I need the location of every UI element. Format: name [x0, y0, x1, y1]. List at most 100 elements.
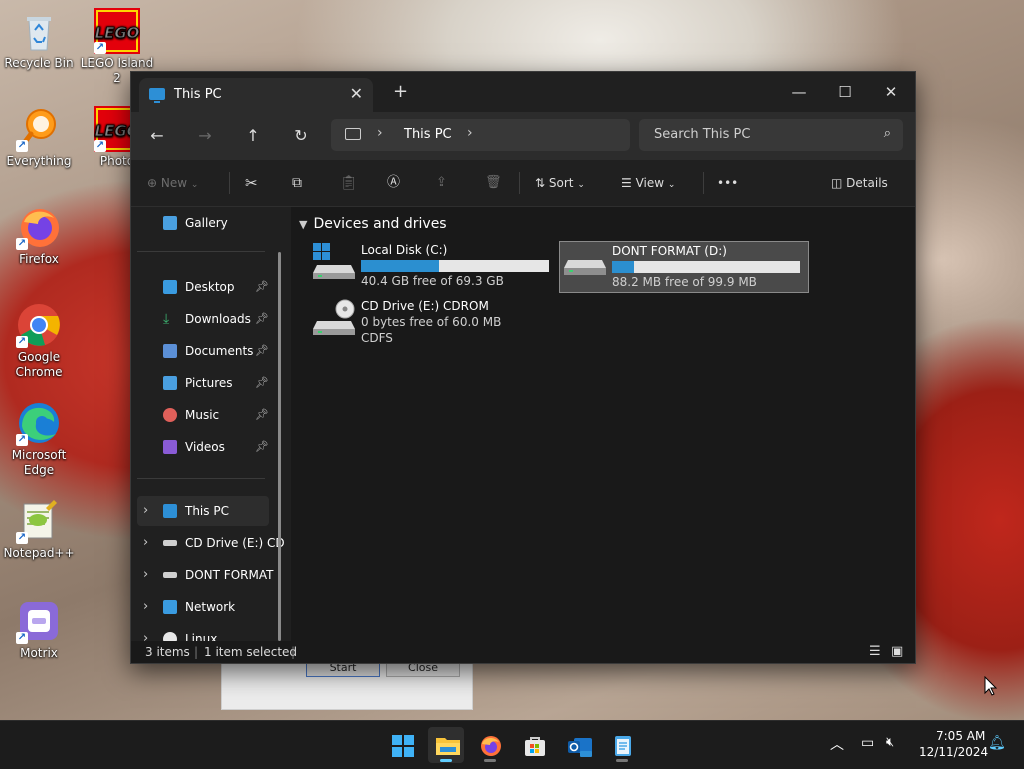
network-status-icon[interactable]: ▭ — [861, 735, 874, 751]
desktop-icon-recycle-bin[interactable]: Recycle Bin — [2, 8, 76, 71]
desktop-icon-notepad-plus-plus[interactable]: ↗ Notepad++ — [2, 498, 76, 561]
chevron-right-icon[interactable]: › — [143, 560, 148, 590]
refresh-button[interactable]: ↻ — [289, 124, 313, 148]
pin-icon[interactable]: 📌︎ — [255, 400, 269, 430]
up-button[interactable]: ↑ — [241, 124, 265, 148]
tab-this-pc[interactable]: This PC ✕ — [139, 78, 373, 112]
new-button[interactable]: ⊕ New ⌄ — [147, 173, 198, 193]
nav-item-gallery[interactable]: Gallery — [137, 208, 269, 238]
cd-drive-icon — [163, 540, 177, 546]
running-indicator — [440, 759, 452, 762]
shortcut-arrow-icon: ↗ — [16, 532, 28, 544]
copy-button[interactable]: ⧉ — [292, 173, 302, 193]
clock-date[interactable]: 12/11/2024 — [919, 745, 988, 759]
edge-icon: ↗ — [16, 400, 62, 446]
share-button[interactable]: ⇪ — [436, 173, 447, 193]
desktop-folder-icon — [163, 280, 177, 294]
desktop-icon-motrix[interactable]: ↗ Motrix — [2, 598, 76, 661]
minimize-button[interactable]: — — [779, 78, 819, 106]
chevron-right-icon[interactable]: › — [143, 592, 148, 622]
sort-icon: ⇅ — [535, 176, 546, 190]
drive-free-space: 40.4 GB free of 69.3 GB — [361, 274, 504, 288]
more-options-button[interactable]: ••• — [717, 173, 738, 193]
new-tab-button[interactable]: + — [393, 83, 408, 101]
drive-tile-d[interactable]: DONT FORMAT (D:) 88.2 MB free of 99.9 MB — [559, 241, 809, 293]
nav-item-dont-format[interactable]: › DONT FORMAT — [137, 560, 273, 590]
nav-item-label: Gallery — [185, 216, 228, 230]
notification-bell-icon[interactable]: 🔔︎ — [988, 735, 1006, 751]
desktop-icon-firefox[interactable]: ↗ Firefox — [2, 204, 76, 267]
chevron-right-icon[interactable]: › — [377, 125, 383, 141]
chevron-right-icon[interactable]: › — [143, 624, 148, 641]
desktop-icon-microsoft-edge[interactable]: ↗ Microsoft Edge — [2, 400, 76, 478]
network-icon — [163, 600, 177, 614]
clock-time[interactable]: 7:05 AM — [936, 729, 985, 743]
pin-icon[interactable]: 📌︎ — [255, 336, 269, 366]
nav-item-cd-drive[interactable]: › CD Drive (E:) CD — [137, 528, 285, 558]
group-header-label: Devices and drives — [313, 216, 447, 232]
chevron-right-icon[interactable]: › — [467, 125, 473, 141]
drive-tile-c[interactable]: Local Disk (C:) 40.4 GB free of 69.3 GB — [309, 241, 557, 291]
nav-scrollbar[interactable] — [278, 252, 281, 641]
drive-usage-fill — [612, 261, 634, 273]
taskbar-microsoft-store[interactable] — [516, 727, 552, 763]
pin-icon[interactable]: 📌︎ — [255, 432, 269, 462]
back-button[interactable]: ← — [145, 124, 169, 148]
outlook-icon — [568, 735, 592, 757]
nav-item-documents[interactable]: Documents 📌︎ — [137, 336, 269, 366]
nav-item-downloads[interactable]: ⤓ Downloads 📌︎ — [137, 304, 269, 334]
desktop-icon-everything[interactable]: ↗ Everything — [2, 106, 76, 169]
start-button[interactable] — [384, 727, 420, 763]
cd-drive-icon — [313, 299, 355, 335]
rename-button[interactable]: Ⓐ — [387, 173, 400, 193]
group-header-devices[interactable]: ▼ Devices and drives — [299, 216, 447, 232]
taskbar-firefox[interactable] — [472, 727, 508, 763]
close-window-button[interactable]: ✕ — [871, 78, 911, 106]
desktop-icon-label: Recycle Bin — [4, 56, 74, 70]
delete-button[interactable]: 🗑︎ — [485, 173, 502, 193]
volume-muted-icon[interactable]: 🔇︎ — [886, 735, 894, 750]
nav-item-videos[interactable]: Videos 📌︎ — [137, 432, 269, 462]
sort-label: Sort — [548, 176, 574, 190]
tab-close-icon[interactable]: ✕ — [350, 84, 363, 103]
nav-item-label: CD Drive (E:) CD — [185, 536, 285, 550]
maximize-button[interactable]: ☐ — [825, 78, 865, 106]
pin-icon[interactable]: 📌︎ — [255, 272, 269, 302]
taskbar-outlook[interactable] — [560, 727, 596, 763]
pin-icon[interactable]: 📌︎ — [255, 304, 269, 334]
forward-button[interactable]: → — [193, 124, 217, 148]
nav-item-this-pc[interactable]: › This PC — [137, 496, 269, 526]
sort-button[interactable]: ⇅ Sort ⌄ — [535, 173, 585, 193]
chevron-right-icon[interactable]: › — [143, 496, 148, 526]
tiles-view-icon[interactable]: ▣ — [891, 641, 903, 663]
status-divider: | — [194, 645, 199, 659]
desktop-icon-label: Everything — [6, 154, 72, 168]
details-pane-button[interactable]: ◫ Details — [831, 173, 888, 193]
chevron-right-icon[interactable]: › — [143, 528, 148, 558]
address-bar: ← → ↑ ↻ › This PC › Search This PC ⌕ — [131, 112, 915, 160]
cut-button[interactable]: ✂ — [245, 173, 258, 193]
paste-button[interactable]: 📋︎ — [340, 173, 358, 193]
details-view-icon[interactable]: ☰ — [869, 641, 881, 663]
nav-item-desktop[interactable]: Desktop 📌︎ — [137, 272, 269, 302]
breadcrumb-this-pc[interactable]: This PC — [404, 127, 452, 142]
desktop-icon-label: Notepad++ — [3, 546, 75, 560]
search-input[interactable]: Search This PC ⌕ — [639, 119, 903, 151]
breadcrumb[interactable]: › This PC › — [331, 119, 630, 151]
pin-icon[interactable]: 📌︎ — [255, 368, 269, 398]
nav-item-pictures[interactable]: Pictures 📌︎ — [137, 368, 269, 398]
desktop-icon-google-chrome[interactable]: ↗ Google Chrome — [2, 302, 76, 380]
drive-tile-e[interactable]: CD Drive (E:) CDROM 0 bytes free of 60.0… — [309, 297, 557, 353]
mouse-cursor-icon — [984, 675, 998, 699]
nav-item-music[interactable]: Music 📌︎ — [137, 400, 269, 430]
view-button[interactable]: ☰ View ⌄ — [621, 173, 675, 193]
taskbar-notepad[interactable] — [604, 727, 640, 763]
tab-title: This PC — [174, 87, 222, 102]
taskbar-file-explorer[interactable] — [428, 727, 464, 763]
show-hidden-icons-button[interactable]: ︿ — [830, 734, 844, 754]
drive-name: Local Disk (C:) — [361, 243, 448, 257]
toolbar-divider — [519, 172, 520, 194]
nav-item-label: Documents — [185, 344, 254, 358]
nav-item-network[interactable]: › Network — [137, 592, 269, 622]
nav-item-linux[interactable]: › Linux — [137, 624, 269, 641]
